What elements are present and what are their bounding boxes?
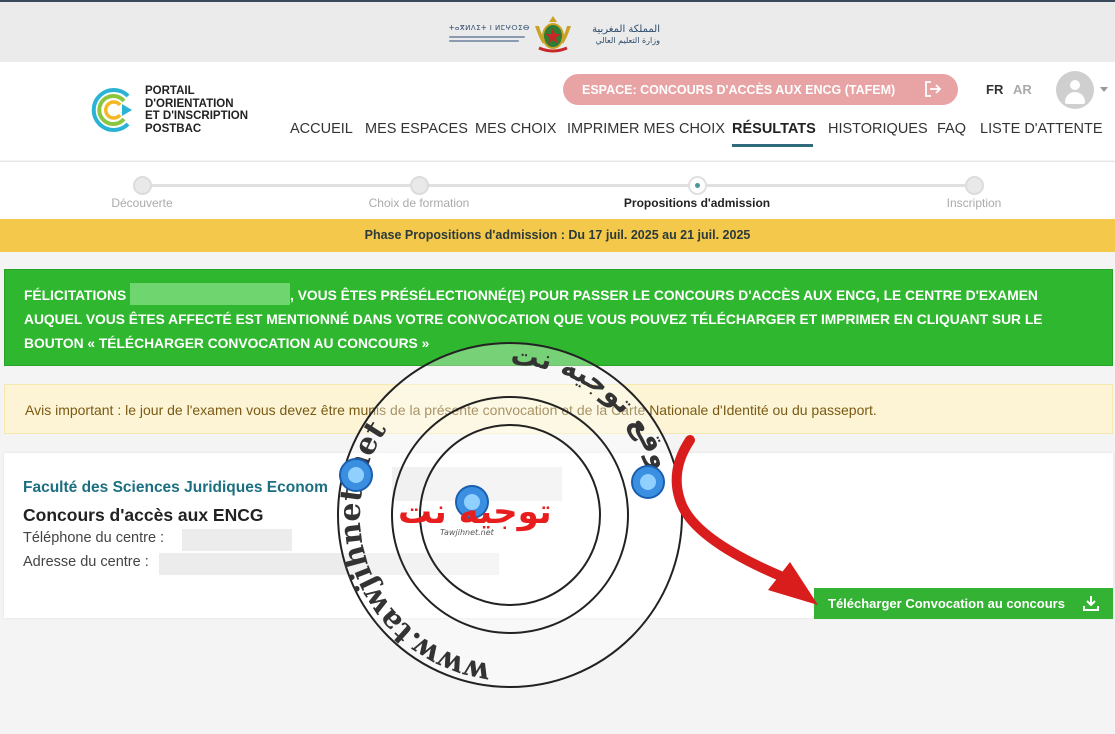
lang-ar-link[interactable]: AR (1013, 82, 1032, 97)
success-alert: FÉLICITATIONS , VOUS ÊTES PRÉSÉLECTIONNÉ… (4, 269, 1113, 366)
avatar-body (1065, 92, 1085, 104)
success-prefix: FÉLICITATIONS (24, 288, 131, 303)
faculty-name: Faculté des Sciences Juridiques Econom (23, 479, 328, 496)
portail-logo-text: PORTAIL D'ORIENTATION ET D'INSCRIPTION P… (145, 85, 248, 135)
current-space-label: ESPACE: CONCOURS D'ACCÈS AUX ENCG (TAFEM… (582, 82, 896, 97)
step-label-decouverte: Découverte (111, 196, 173, 210)
download-convocation-button[interactable]: Télécharger Convocation au concours (814, 588, 1113, 619)
phone-label: Téléphone du centre : (23, 530, 165, 546)
step-label-propositions: Propositions d'admission (623, 196, 771, 210)
nav-mes-choix[interactable]: MES CHOIX (475, 121, 556, 137)
watermark-arabic-brand: توجيه نت (398, 492, 552, 532)
ministry-arabic-title: المملكة المغربية (592, 24, 660, 35)
current-space-button[interactable]: ESPACE: CONCOURS D'ACCÈS AUX ENCG (TAFEM… (563, 74, 958, 105)
step-dot-inscription (965, 176, 984, 195)
phase-banner: Phase Propositions d'admission : Du 17 j… (0, 219, 1115, 252)
ministry-bar: ⵜⴰⴳⵍⴷⵉⵜ ⵏ ⵍⵎⵖⵔⵉⴱ المملكة المغربية وزارة … (0, 0, 1115, 62)
ministry-tifinagh-text: ⵜⴰⴳⵍⴷⵉⵜ ⵏ ⵍⵎⵖⵔⵉⴱ (449, 24, 530, 32)
portail-logo-icon[interactable] (84, 82, 140, 138)
nav-liste-attente[interactable]: LISTE D'ATTENTE (980, 121, 1103, 137)
concours-title: Concours d'accès aux ENCG (23, 505, 264, 525)
stepper-track (142, 184, 974, 187)
logo-line: D'ORIENTATION (145, 97, 234, 110)
watermark-site-text: Tawjihnet.net (440, 528, 494, 537)
exam-center-card: Faculté des Sciences Juridiques Econom C… (4, 453, 1113, 619)
progress-stepper: Découverte Choix de formation Propositio… (0, 161, 1115, 219)
step-dot-decouverte (133, 176, 152, 195)
nav-mes-espaces[interactable]: MES ESPACES (365, 121, 468, 137)
morocco-coat-of-arms-icon (535, 16, 571, 53)
nav-faq[interactable]: FAQ (937, 121, 966, 137)
download-icon (1083, 596, 1099, 611)
redacted-name (130, 283, 291, 305)
address-label: Adresse du centre : (23, 554, 149, 570)
logo-line: ET D'INSCRIPTION (145, 110, 249, 122)
logo-line: PORTAIL (145, 85, 195, 97)
ministry-tifinagh-subtext (449, 36, 525, 46)
step-dot-propositions (688, 176, 707, 195)
nav-historiques[interactable]: HISTORIQUES (828, 121, 928, 137)
important-notice: Avis important : le jour de l'examen vou… (4, 384, 1113, 434)
logout-icon[interactable] (924, 81, 942, 97)
step-label-choix-formation: Choix de formation (368, 196, 470, 210)
lang-fr-link[interactable]: FR (986, 82, 1003, 97)
logo-line: POSTBAC (145, 122, 202, 135)
nav-accueil[interactable]: ACCUEIL (290, 121, 353, 137)
step-label-inscription: Inscription (946, 196, 1002, 210)
nav-resultats[interactable]: RÉSULTATS (732, 121, 816, 137)
user-avatar[interactable] (1056, 71, 1094, 109)
redacted-phone (182, 529, 292, 551)
step-dot-choix-formation (410, 176, 429, 195)
ministry-arabic-subtitle: وزارة التعليم العالي (595, 36, 660, 45)
site-header: PORTAIL D'ORIENTATION ET D'INSCRIPTION P… (0, 62, 1115, 160)
user-menu-chevron-down-icon[interactable] (1100, 87, 1108, 92)
redacted-address (159, 553, 499, 575)
avatar-head (1070, 80, 1080, 90)
active-nav-underline (732, 144, 813, 147)
download-convocation-label: Télécharger Convocation au concours (828, 596, 1065, 611)
nav-imprimer-mes-choix[interactable]: IMPRIMER MES CHOIX (567, 121, 725, 137)
